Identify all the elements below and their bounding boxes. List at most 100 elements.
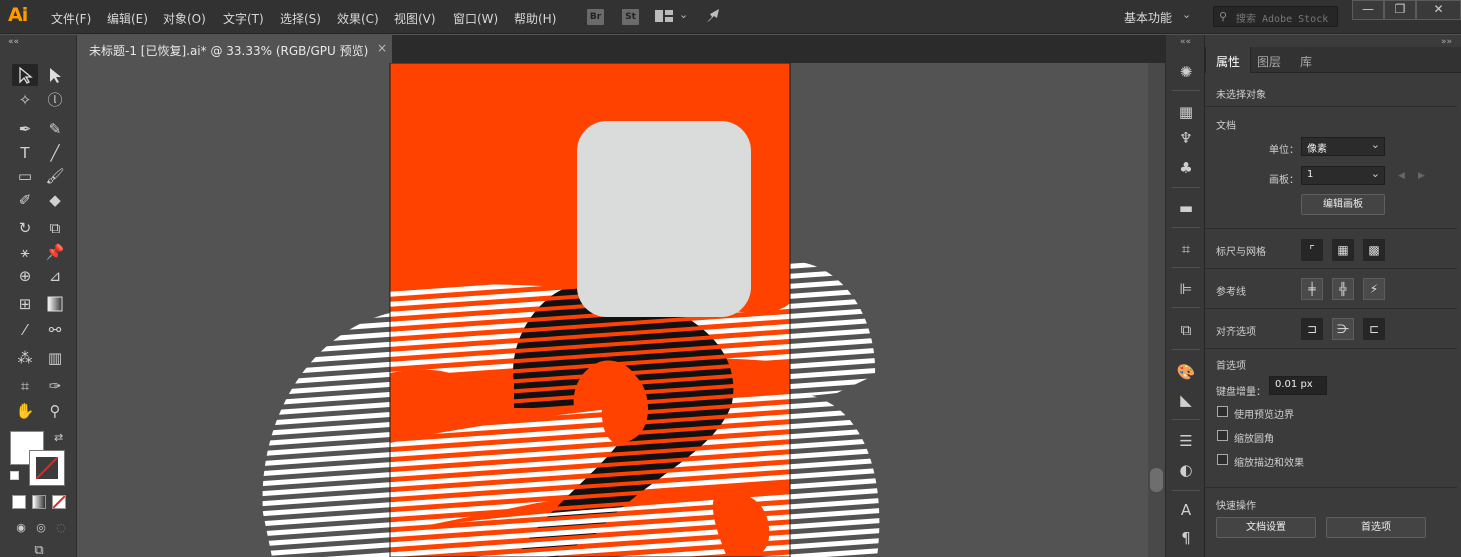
character-panel-icon[interactable]: A	[1174, 499, 1198, 521]
tab-layers[interactable]: 图层	[1257, 47, 1281, 73]
next-artboard-icon[interactable]: ▶	[1418, 171, 1425, 181]
shaper-tool-icon[interactable]: ✐	[12, 189, 38, 211]
restore-button[interactable]: ❐	[1384, 0, 1416, 20]
canvas-area[interactable]	[77, 63, 1148, 557]
line-tool-icon[interactable]: ╱	[42, 142, 68, 164]
tab-properties[interactable]: 属性	[1205, 47, 1251, 73]
close-window-button[interactable]: ✕	[1416, 0, 1461, 20]
brushes-panel-icon[interactable]: ♆	[1174, 127, 1198, 149]
scale-tool-icon[interactable]: ⧉	[42, 217, 68, 239]
rectangle-tool-icon[interactable]: ▭	[12, 165, 38, 187]
snap-to-pixel-icon[interactable]: ⋺	[1332, 318, 1354, 340]
collapse-dock-icon[interactable]: ««	[1180, 37, 1191, 47]
gradient-mode-icon[interactable]	[32, 495, 46, 509]
paragraph-panel-icon[interactable]: ¶	[1174, 527, 1198, 549]
direct-selection-tool-icon[interactable]	[42, 64, 68, 86]
edit-artboards-button[interactable]: 编辑画板	[1301, 194, 1385, 215]
smart-guides-icon[interactable]: ⚡	[1363, 278, 1385, 300]
transform-panel-icon[interactable]: ⌗	[1174, 238, 1198, 260]
lasso-tool-icon[interactable]: ⓛ	[42, 89, 68, 111]
scale-strokes-effects-checkbox[interactable]	[1217, 454, 1228, 465]
menu-type[interactable]: 文字(T)	[223, 10, 264, 27]
eyedropper-tool-icon[interactable]: ⁄	[12, 319, 38, 341]
rotate-tool-icon[interactable]: ↻	[12, 217, 38, 239]
color-panel-icon[interactable]: ✺	[1174, 61, 1198, 83]
preferences-button[interactable]: 首选项	[1326, 517, 1426, 538]
appearance-panel-icon[interactable]: 🎨	[1174, 361, 1198, 383]
menu-effect[interactable]: 效果(C)	[337, 10, 379, 27]
width-tool-icon[interactable]: ⚹	[12, 241, 38, 263]
transparency-panel-icon[interactable]: ◐	[1174, 459, 1198, 481]
scale-corners-checkbox[interactable]	[1217, 430, 1228, 441]
menu-view[interactable]: 视图(V)	[394, 10, 436, 27]
use-preview-bounds-checkbox[interactable]	[1217, 406, 1228, 417]
hand-tool-icon[interactable]: ✋	[12, 400, 38, 422]
align-panel-icon[interactable]: ⊫	[1174, 278, 1198, 300]
chevron-down-icon[interactable]: ⌄	[679, 8, 688, 21]
menu-select[interactable]: 选择(S)	[280, 10, 321, 27]
pathfinder-panel-icon[interactable]: ⧉	[1174, 319, 1198, 341]
collapse-left-icon[interactable]: ««	[8, 37, 19, 47]
stroke-swatch[interactable]	[29, 450, 65, 486]
color-mode-icon[interactable]	[12, 495, 26, 509]
rounded-card-shape[interactable]	[577, 121, 751, 317]
slice-tool-icon[interactable]: ✑	[42, 375, 68, 397]
document-setup-button[interactable]: 文档设置	[1216, 517, 1316, 538]
zoom-tool-icon[interactable]: ⚲	[42, 400, 68, 422]
previous-artboard-icon[interactable]: ◀	[1398, 171, 1405, 181]
transparency-grid-icon[interactable]: ▩	[1363, 239, 1385, 261]
workspace-switcher[interactable]: 基本功能	[1124, 9, 1172, 26]
stock-button[interactable]: St	[622, 9, 639, 25]
puppet-warp-tool-icon[interactable]: 📌	[42, 241, 68, 263]
menu-edit[interactable]: 编辑(E)	[107, 10, 148, 27]
vertical-scrollbar[interactable]	[1148, 63, 1165, 557]
snap-to-glyph-icon[interactable]: ⊏	[1363, 318, 1385, 340]
symbol-sprayer-tool-icon[interactable]: ⁂	[12, 347, 38, 369]
none-mode-icon[interactable]	[52, 495, 66, 509]
stroke-panel-icon[interactable]: ☰	[1174, 430, 1198, 452]
symbols-panel-icon[interactable]: ♣	[1174, 157, 1198, 179]
rocket-icon[interactable]	[704, 7, 724, 25]
blend-tool-icon[interactable]: ⚯	[42, 319, 68, 341]
menu-help[interactable]: 帮助(H)	[514, 10, 556, 27]
default-colors-icon[interactable]	[10, 471, 19, 480]
units-select[interactable]: 像素 ⌄	[1301, 137, 1385, 156]
minimize-button[interactable]: —	[1352, 0, 1384, 20]
close-tab-icon[interactable]: ×	[377, 41, 387, 55]
gradient-tool-icon[interactable]	[42, 293, 68, 315]
graphic-styles-panel-icon[interactable]: ◣	[1174, 389, 1198, 411]
shape-builder-tool-icon[interactable]: ⊕	[12, 265, 38, 287]
arrange-documents-icon[interactable]	[655, 9, 673, 24]
tab-libraries[interactable]: 库	[1300, 47, 1312, 73]
paintbrush-tool-icon[interactable]: 🖌	[42, 165, 68, 187]
swatches-panel-icon[interactable]: ▦	[1174, 101, 1198, 123]
snap-to-point-icon[interactable]: ⊐	[1301, 318, 1323, 340]
mesh-tool-icon[interactable]: ⊞	[12, 293, 38, 315]
magic-wand-tool-icon[interactable]: ✧	[12, 89, 38, 111]
gradient-panel-icon[interactable]: ▬	[1174, 197, 1198, 219]
draw-inside-icon[interactable]: ◌	[48, 517, 74, 539]
artboard-tool-icon[interactable]: ⌗	[12, 375, 38, 397]
type-tool-icon[interactable]: T	[12, 142, 38, 164]
chevron-down-icon[interactable]: ⌄	[1182, 8, 1191, 21]
bridge-button[interactable]: Br	[587, 9, 604, 25]
menu-window[interactable]: 窗口(W)	[453, 10, 498, 27]
stock-search-input[interactable]: ⚲ 搜索 Adobe Stock	[1213, 6, 1338, 27]
grid-icon[interactable]: ▦	[1332, 239, 1354, 261]
collapse-panel-icon[interactable]: »»	[1441, 37, 1452, 47]
column-graph-tool-icon[interactable]: ▥	[42, 347, 68, 369]
rulers-icon[interactable]: ⌜	[1301, 239, 1323, 261]
screen-mode-icon[interactable]: ⧉	[26, 540, 52, 557]
menu-file[interactable]: 文件(F)	[51, 10, 91, 27]
scrollbar-thumb[interactable]	[1150, 468, 1163, 492]
artboard-select[interactable]: 1 ⌄	[1301, 166, 1385, 185]
swap-fill-stroke-icon[interactable]: ⇄	[54, 431, 63, 444]
keyboard-increment-input[interactable]: 0.01 px	[1269, 376, 1327, 395]
curvature-tool-icon[interactable]: ✎	[42, 118, 68, 140]
eraser-tool-icon[interactable]: ◆	[42, 189, 68, 211]
perspective-grid-tool-icon[interactable]: ⊿	[42, 265, 68, 287]
lock-guides-icon[interactable]: ╬	[1332, 278, 1354, 300]
document-tab[interactable]: 未标题-1 [已恢复].ai* @ 33.33% (RGB/GPU 预览) ×	[77, 35, 392, 63]
menu-object[interactable]: 对象(O)	[163, 10, 206, 27]
selection-tool-icon[interactable]	[12, 64, 38, 86]
